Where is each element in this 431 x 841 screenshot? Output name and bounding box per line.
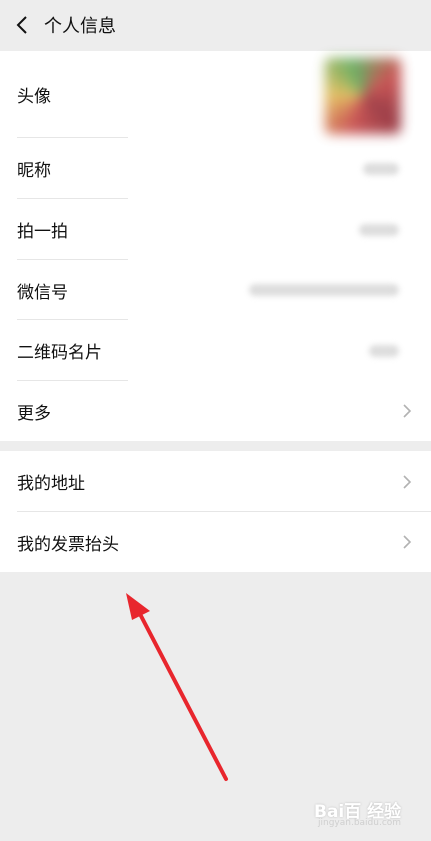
- chevron-left-icon: [16, 16, 27, 34]
- row-label: 头像: [17, 87, 51, 107]
- row-label: 微信号: [17, 282, 68, 303]
- profile-info-group: 头像 昵称 拍一拍 微信号 二维码名片 更多: [0, 51, 431, 441]
- avatar[interactable]: [325, 58, 401, 134]
- row-more[interactable]: 更多: [0, 381, 431, 441]
- blurred-value: [363, 162, 399, 175]
- row-label: 更多: [17, 403, 51, 424]
- row-label: 二维码名片: [17, 343, 102, 363]
- page-title: 个人信息: [44, 16, 116, 37]
- row-invoice-title[interactable]: 我的发票抬头: [0, 512, 431, 572]
- top-bar: 个人信息: [0, 0, 431, 50]
- chevron-right-icon: [403, 474, 412, 489]
- row-pat[interactable]: 拍一拍: [0, 199, 431, 260]
- row-nickname[interactable]: 昵称: [0, 138, 431, 199]
- row-my-address[interactable]: 我的地址: [0, 451, 431, 512]
- blurred-value: [359, 223, 399, 236]
- row-label: 昵称: [17, 161, 51, 181]
- row-avatar[interactable]: 头像: [0, 51, 431, 138]
- row-label: 我的地址: [17, 474, 85, 494]
- blurred-value: [249, 284, 399, 296]
- row-label: 拍一拍: [17, 222, 68, 242]
- row-wechat-id[interactable]: 微信号: [0, 260, 431, 320]
- back-button[interactable]: [2, 0, 42, 50]
- chevron-right-icon: [403, 535, 412, 549]
- chevron-right-icon: [403, 404, 412, 418]
- row-label: 我的发票抬头: [17, 534, 119, 555]
- row-qr-card[interactable]: 二维码名片: [0, 320, 431, 381]
- watermark-url: jingyan.baidu.com: [318, 818, 402, 828]
- blurred-value: [369, 344, 399, 357]
- address-invoice-group: 我的地址 我的发票抬头: [0, 451, 431, 572]
